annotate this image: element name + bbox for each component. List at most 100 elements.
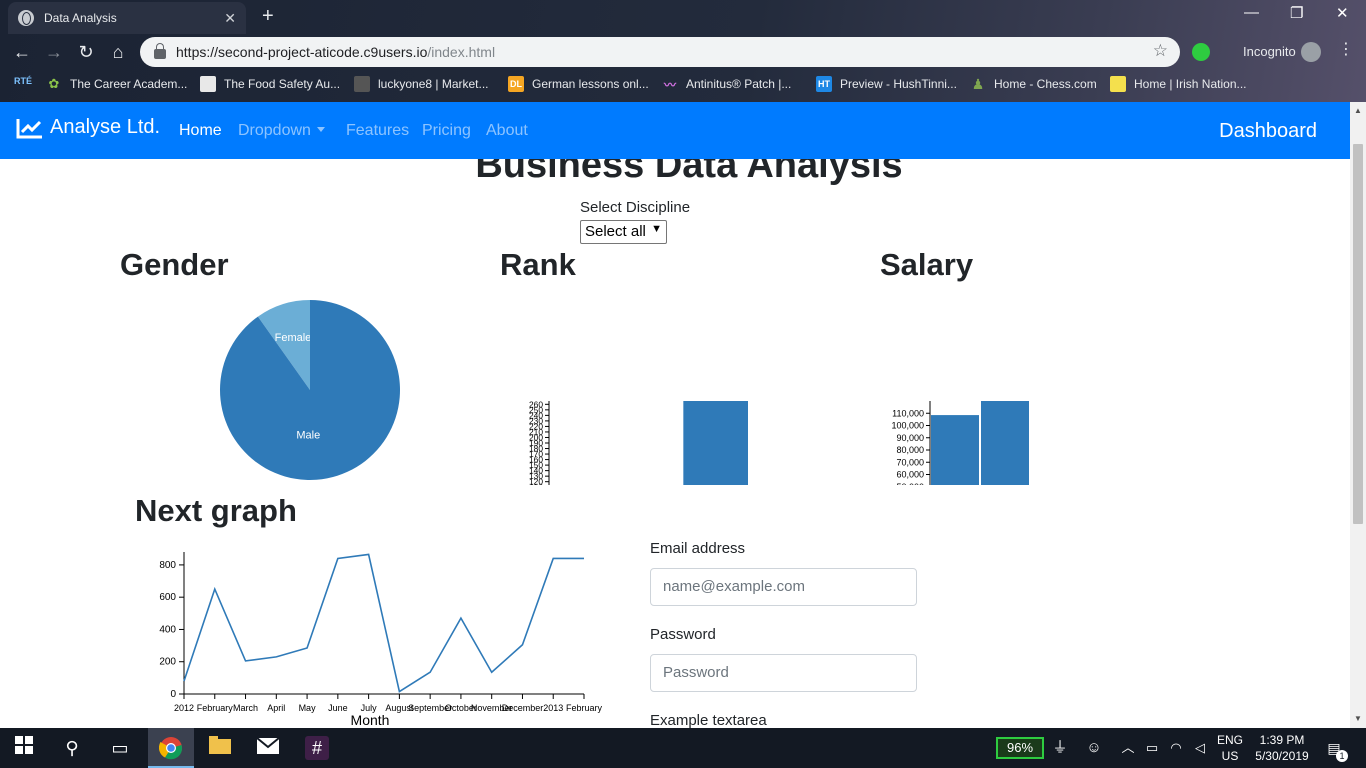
battery-icon[interactable]: ▭ — [1140, 736, 1164, 760]
browser-tab[interactable]: Data Analysis ✕ — [8, 2, 246, 34]
bookmark-item[interactable]: The Food Safety Au... — [200, 76, 340, 92]
x-tick-label: April — [267, 703, 285, 713]
x-tick-label: February — [197, 703, 234, 713]
pawn-icon: ♟ — [971, 75, 985, 92]
forward-arrow-icon[interactable]: → — [42, 40, 66, 64]
globe-icon — [18, 10, 34, 26]
lock-icon — [154, 43, 166, 59]
dl-icon: DL — [508, 76, 524, 92]
nav-features[interactable]: Features — [346, 122, 409, 140]
nav-dashboard[interactable]: Dashboard — [1219, 120, 1317, 143]
extension-icon[interactable] — [1192, 43, 1210, 61]
browser-chrome: Data Analysis ✕ + — ❐ ✕ ← → ↻ ⌂ https://… — [0, 0, 1366, 102]
caret-down-icon — [316, 127, 325, 132]
language-top[interactable]: ENG — [1216, 733, 1244, 747]
rank-heading: Rank — [500, 247, 576, 282]
page-viewport: Analyse Ltd. Home Dropdown Features Pric… — [0, 102, 1350, 728]
bookmark-item[interactable]: Home | Irish Nation... — [1110, 76, 1247, 92]
rank-bar-chart: 0102030405060708090100110120130140150160… — [529, 399, 748, 485]
volume-icon[interactable]: ◁ — [1188, 736, 1212, 760]
y-tick-label: 80,000 — [896, 445, 924, 455]
reload-icon[interactable]: ↻ — [74, 40, 98, 64]
language-bottom[interactable]: US — [1216, 749, 1244, 763]
bookmark-item[interactable]: DL German lessons onl... — [508, 76, 649, 92]
textarea-label: Example textarea — [650, 712, 767, 728]
bookmark-item[interactable]: 〰 Antinitus® Patch |... — [662, 76, 791, 92]
gender-pie-chart: Female Male — [220, 300, 400, 480]
file-explorer-icon[interactable] — [208, 736, 232, 760]
wifi-icon[interactable]: ◠ — [1164, 736, 1188, 760]
menu-dots-icon[interactable]: ⋮ — [1338, 39, 1354, 59]
scroll-down-icon[interactable]: ▼ — [1354, 714, 1362, 723]
y-tick-label: 100,000 — [891, 421, 924, 431]
gender-heading: Gender — [120, 247, 229, 282]
bookmark-star-icon[interactable]: ☆ — [1153, 41, 1168, 61]
month-line-chart: 02004006008002012 February March April May Ju… — [159, 552, 603, 728]
y-tick-label: 260 — [529, 399, 543, 409]
y-tick-label: 0 — [170, 689, 176, 700]
back-arrow-icon[interactable]: ← — [10, 40, 34, 64]
browser-toolbar: ← → ↻ ⌂ https://second-project-aticode.c… — [0, 34, 1366, 70]
home-icon[interactable]: ⌂ — [106, 40, 130, 64]
chevron-up-icon[interactable]: ︿ — [1116, 736, 1140, 760]
slack-icon[interactable]: # — [305, 736, 329, 760]
page-scrollbar[interactable]: ▲ ▼ — [1350, 102, 1366, 728]
x-tick-label: May — [299, 703, 317, 713]
mail-icon[interactable] — [256, 736, 280, 760]
window-close-button[interactable]: ✕ — [1336, 4, 1349, 22]
x-tick-label: June — [328, 703, 348, 713]
search-icon[interactable]: ⚲ — [60, 736, 84, 760]
scrollbar-thumb[interactable] — [1353, 144, 1363, 524]
y-tick-label: 60,000 — [896, 470, 924, 480]
y-tick-label: 50,000 — [896, 482, 924, 485]
password-field[interactable]: Password — [650, 654, 917, 692]
brand-text: Analyse Ltd. — [50, 116, 161, 138]
site-navbar: Analyse Ltd. Home Dropdown Features Pric… — [0, 102, 1350, 159]
address-bar[interactable]: https://second-project-aticode.c9users.i… — [140, 37, 1180, 67]
clock-date[interactable]: 5/30/2019 — [1250, 749, 1314, 763]
select-label: Select Discipline — [580, 199, 691, 216]
nav-home[interactable]: Home — [179, 122, 222, 140]
bar — [683, 401, 748, 485]
x-tick-label: 2012 — [174, 703, 194, 713]
notification-badge: 1 — [1336, 750, 1348, 762]
discipline-select[interactable]: Select all ▼ — [580, 220, 667, 244]
bookmark-item[interactable]: HT Preview - HushTinni... — [816, 76, 957, 92]
minimize-button[interactable]: — — [1244, 4, 1259, 21]
people-icon[interactable]: ☺ — [1082, 736, 1106, 760]
next-graph-heading: Next graph — [135, 493, 297, 528]
search-icon — [354, 76, 370, 92]
pie-label: Male — [296, 430, 320, 442]
bookmark-item[interactable]: ✿ The Career Academ... — [46, 76, 188, 92]
y-tick-label: 400 — [159, 624, 176, 635]
scroll-up-icon[interactable]: ▲ — [1354, 106, 1362, 115]
x-tick-label: 2013 — [543, 703, 563, 713]
tab-strip: Data Analysis ✕ + — ❐ ✕ — [0, 0, 1366, 34]
task-view-icon[interactable]: ▭ — [108, 736, 132, 760]
email-field[interactable]: name@example.com — [650, 568, 917, 606]
incognito-icon[interactable] — [1301, 42, 1321, 62]
clock-time[interactable]: 1:39 PM — [1254, 733, 1310, 747]
y-tick-label: 600 — [159, 592, 176, 603]
plug-icon[interactable]: ⏚ — [1048, 736, 1072, 760]
select-value: Select all — [585, 223, 646, 240]
bookmark-rte[interactable]: RTÉ — [14, 76, 32, 86]
new-tab-button[interactable]: + — [262, 5, 274, 28]
bookmarks-bar: RTÉ ✿ The Career Academ... The Food Safet… — [0, 70, 1366, 100]
bookmark-item[interactable]: luckyone8 | Market... — [354, 76, 489, 92]
y-tick-label: 200 — [159, 657, 176, 668]
wave-icon: 〰 — [663, 77, 676, 92]
nav-about[interactable]: About — [486, 122, 528, 140]
x-tick-label: March — [233, 703, 258, 713]
nav-pricing[interactable]: Pricing — [422, 122, 471, 140]
bookmark-item[interactable]: ♟ Home - Chess.com — [970, 76, 1097, 92]
windows-start-icon[interactable] — [12, 736, 36, 760]
battery-indicator[interactable]: 96% — [996, 737, 1044, 759]
restore-button[interactable]: ❐ — [1290, 4, 1303, 22]
url-host: https://second-project-aticode.c9users.i… — [176, 44, 428, 60]
brand-link[interactable]: Analyse Ltd. — [16, 116, 160, 139]
x-tick-label: December — [502, 703, 544, 713]
nav-dropdown[interactable]: Dropdown — [238, 122, 325, 140]
chrome-taskbar-button[interactable] — [148, 728, 194, 768]
tab-close-icon[interactable]: ✕ — [224, 10, 236, 27]
